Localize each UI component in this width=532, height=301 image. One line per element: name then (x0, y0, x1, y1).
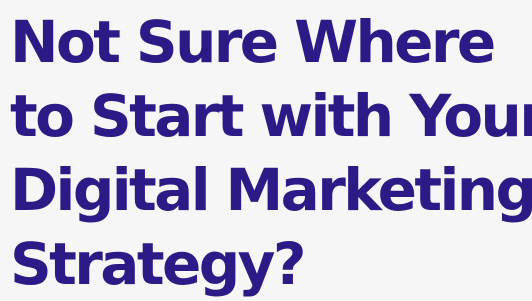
hero-section: Not Sure Where to Start with Your Digita… (0, 0, 532, 301)
page-title: Not Sure Where to Start with Your Digita… (10, 5, 532, 301)
headline-line-3: Digital Marketing (10, 156, 532, 224)
headline-line-2: to Start with Your (10, 82, 532, 150)
headline-line-1: Not Sure Where (10, 8, 496, 76)
headline-line-4: Strategy? (10, 230, 306, 298)
